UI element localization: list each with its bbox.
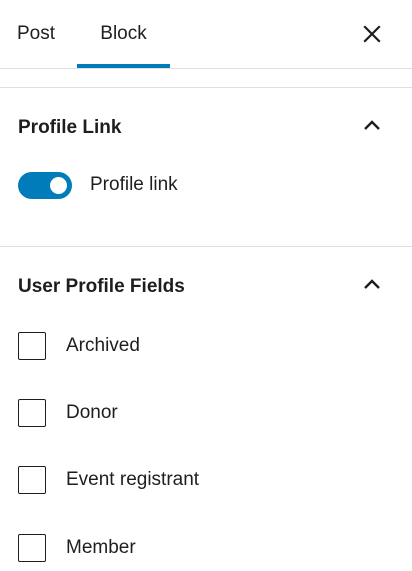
tab-block-label: Block: [100, 23, 147, 44]
chevron-up-icon[interactable]: [357, 272, 387, 296]
panel-divider: [0, 246, 412, 247]
event-registrant-checkbox[interactable]: [18, 466, 46, 494]
member-label: Member: [66, 537, 136, 558]
panel-title-user-profile-fields[interactable]: User Profile Fields: [18, 276, 185, 298]
donor-checkbox[interactable]: [18, 399, 46, 427]
donor-label: Donor: [66, 402, 118, 423]
archived-checkbox[interactable]: [18, 332, 46, 360]
sidebar-tabs: Post Block: [0, 0, 412, 69]
event-registrant-label: Event registrant: [66, 469, 200, 490]
member-checkbox[interactable]: [18, 534, 46, 562]
field-row-archived: Archived: [18, 332, 378, 362]
profile-link-toggle[interactable]: [18, 172, 72, 199]
tab-post[interactable]: Post: [0, 0, 72, 68]
close-icon: [363, 25, 381, 43]
archived-label: Archived: [66, 335, 140, 356]
field-row-member: Member: [18, 534, 378, 564]
tab-block[interactable]: Block: [77, 0, 170, 68]
profile-link-toggle-label: Profile link: [90, 174, 178, 195]
field-row-event-registrant: Event registrant: [18, 466, 378, 496]
close-button[interactable]: [356, 18, 388, 50]
panel-title-profile-link[interactable]: Profile Link: [18, 117, 121, 139]
tab-post-label: Post: [16, 23, 56, 44]
toggle-knob: [50, 177, 67, 194]
field-row-donor: Donor: [18, 399, 378, 429]
chevron-up-icon[interactable]: [357, 113, 387, 137]
panel-divider: [0, 87, 412, 88]
